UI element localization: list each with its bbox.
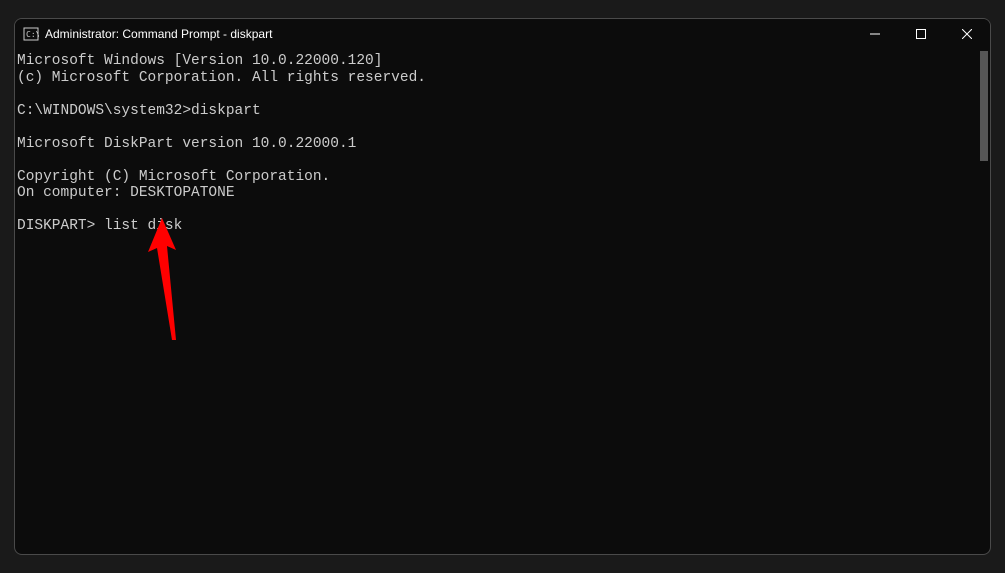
- minimize-button[interactable]: [852, 19, 898, 49]
- titlebar[interactable]: C:\ Administrator: Command Prompt - disk…: [15, 19, 990, 49]
- terminal-line: Copyright (C) Microsoft Corporation.: [17, 169, 330, 185]
- cmd-icon: C:\: [23, 26, 39, 42]
- close-button[interactable]: [944, 19, 990, 49]
- command-prompt-window: C:\ Administrator: Command Prompt - disk…: [14, 18, 991, 555]
- window-title: Administrator: Command Prompt - diskpart: [45, 27, 852, 41]
- svg-text:C:\: C:\: [26, 30, 39, 39]
- terminal-output[interactable]: Microsoft Windows [Version 10.0.22000.12…: [15, 49, 990, 554]
- maximize-button[interactable]: [898, 19, 944, 49]
- window-controls: [852, 19, 990, 49]
- terminal-line: C:\WINDOWS\system32>diskpart: [17, 103, 261, 119]
- terminal-line: Microsoft DiskPart version 10.0.22000.1: [17, 136, 356, 152]
- terminal-line: DISKPART> list disk: [17, 218, 182, 234]
- terminal-line: On computer: DESKTOPATONE: [17, 185, 235, 201]
- scrollbar-thumb[interactable]: [980, 51, 988, 161]
- terminal-line: Microsoft Windows [Version 10.0.22000.12…: [17, 53, 382, 69]
- terminal-line: (c) Microsoft Corporation. All rights re…: [17, 70, 426, 86]
